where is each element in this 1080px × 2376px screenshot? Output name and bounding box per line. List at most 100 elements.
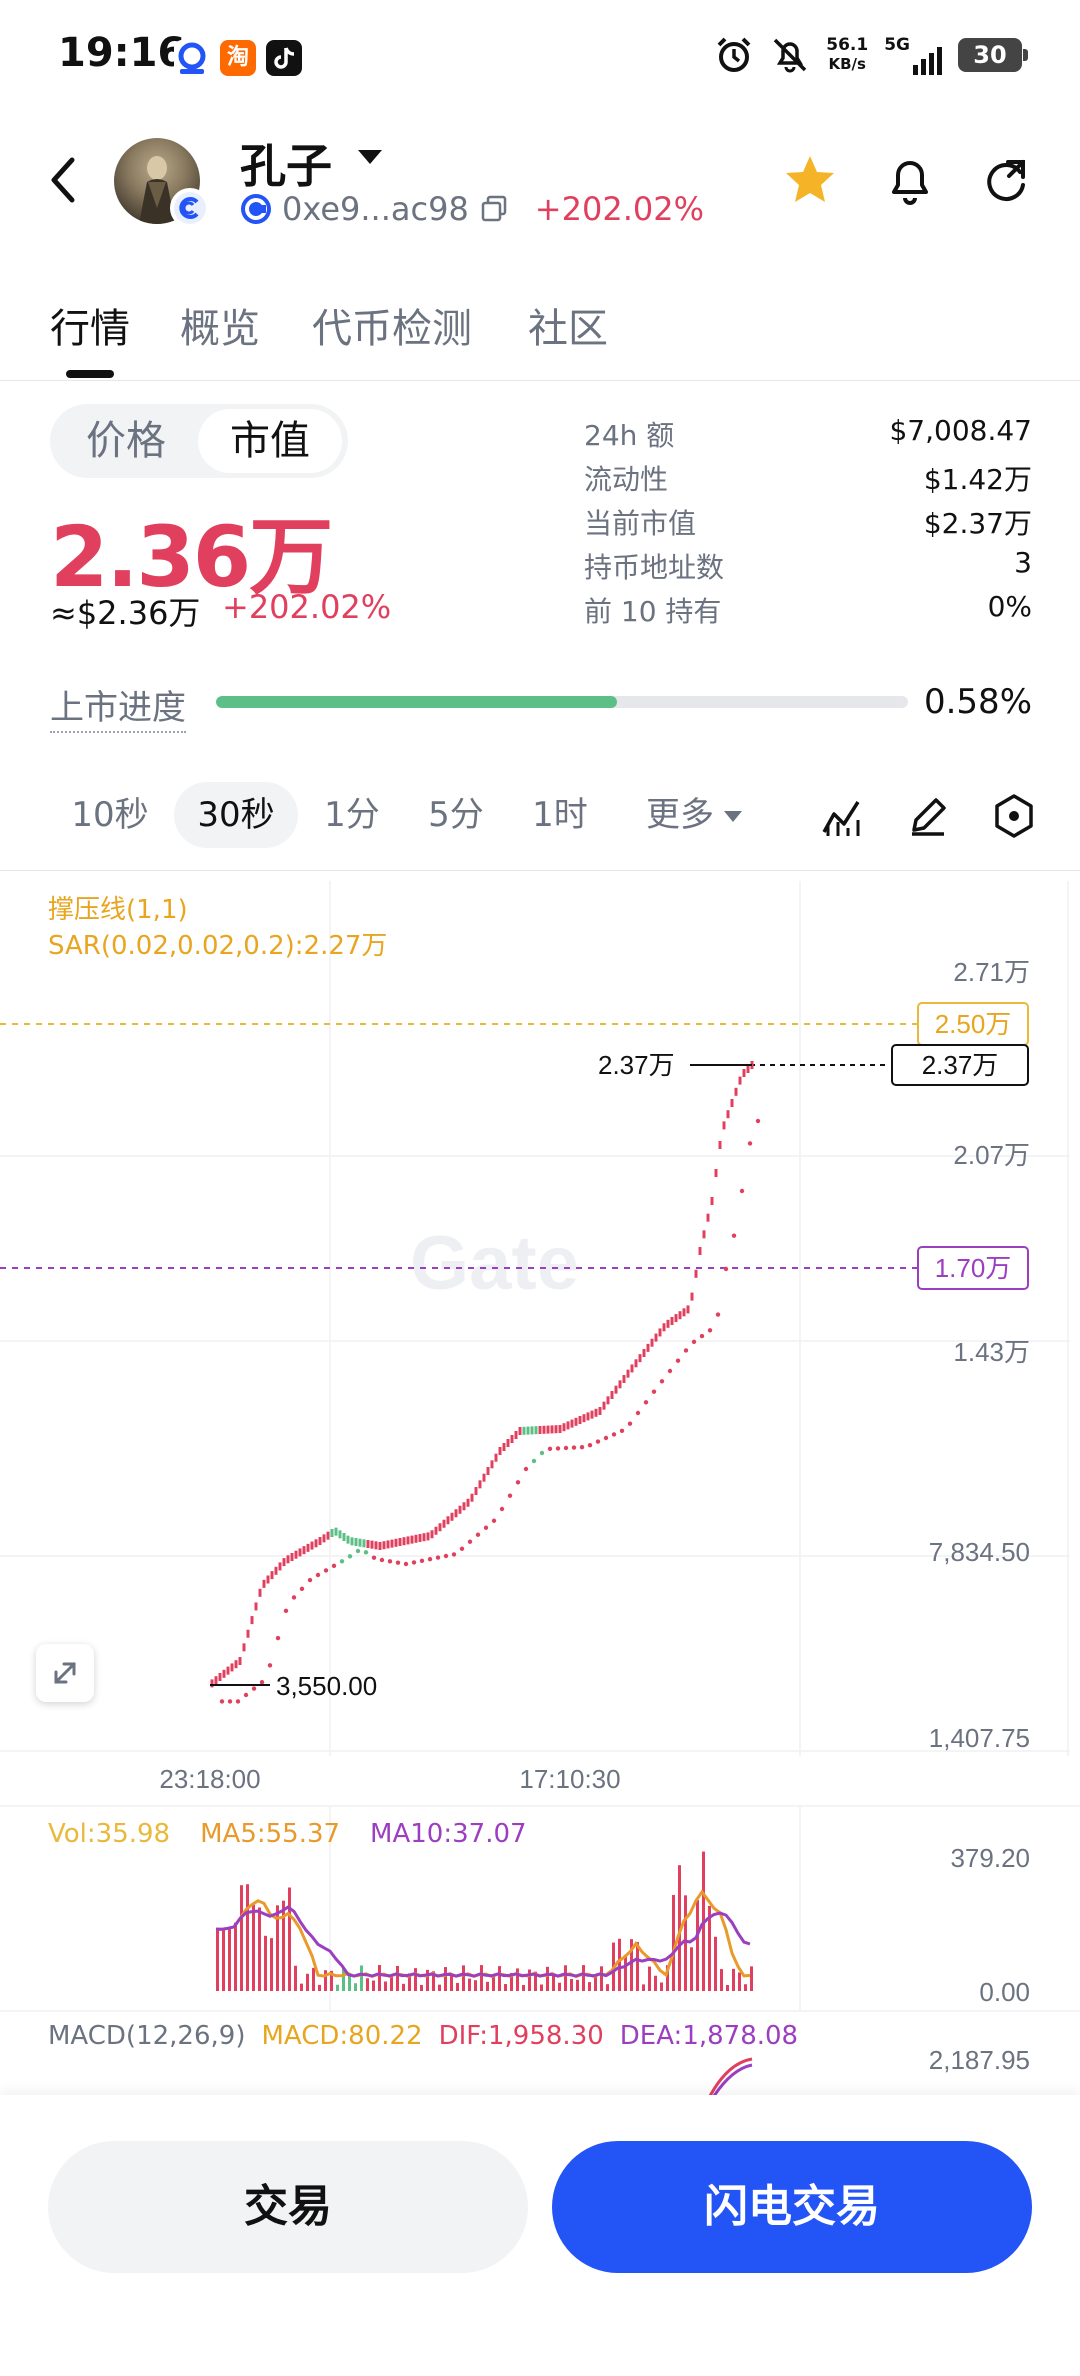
volume-bar bbox=[594, 1976, 597, 1991]
volume-bar bbox=[252, 1904, 255, 1991]
volume-legend: Vol:35.98 MA5:55.37 MA10:37.07 bbox=[48, 1819, 527, 1849]
token-address-row: 0xe9...ac98 +202.02% bbox=[240, 190, 704, 228]
interval-more[interactable]: 更多 bbox=[624, 782, 764, 848]
expand-icon bbox=[54, 1662, 76, 1684]
sar-dot bbox=[755, 1118, 761, 1124]
sar-dot bbox=[291, 1595, 297, 1600]
settings-hex-icon[interactable] bbox=[990, 792, 1038, 840]
price-candle bbox=[262, 1579, 266, 1588]
flash-trade-button[interactable]: 闪电交易 bbox=[552, 2141, 1032, 2273]
listing-progress-bar bbox=[216, 696, 908, 708]
favorite-star-icon[interactable] bbox=[780, 150, 840, 210]
sar-dot bbox=[499, 1506, 505, 1512]
volume-bar bbox=[570, 1979, 573, 1991]
draw-pen-icon[interactable] bbox=[904, 792, 952, 840]
volume-bar bbox=[462, 1965, 465, 1991]
token-header: 孔子 0xe9...ac98 +202.02% bbox=[0, 120, 1080, 250]
share-icon[interactable] bbox=[976, 150, 1036, 210]
price-candle bbox=[586, 1412, 590, 1421]
indicator-sr-label[interactable]: 撑压线(1,1) bbox=[48, 889, 188, 926]
price-candle bbox=[254, 1602, 258, 1611]
sar-dot bbox=[419, 1558, 425, 1564]
trade-button[interactable]: 交易 bbox=[48, 2141, 528, 2273]
indicator-sar-label[interactable]: SAR(0.02,0.02,0.2):2.27万 bbox=[48, 925, 387, 962]
interval-10s[interactable]: 10秒 bbox=[48, 782, 172, 848]
tab-token-check[interactable]: 代币检测 bbox=[312, 296, 472, 354]
interval-5m[interactable]: 5分 bbox=[406, 782, 506, 848]
volume-bar bbox=[444, 1967, 447, 1991]
tiktok-app-icon bbox=[266, 40, 302, 76]
tab-overview[interactable]: 概览 bbox=[180, 296, 260, 354]
volume-bar bbox=[726, 1984, 729, 1991]
price-candle bbox=[390, 1539, 394, 1548]
volume-bar bbox=[672, 1894, 675, 1991]
volume-bar bbox=[402, 1983, 405, 1991]
bell-icon[interactable] bbox=[880, 150, 940, 210]
interval-1h[interactable]: 1时 bbox=[510, 782, 610, 848]
listing-progress-label[interactable]: 上市进度 bbox=[50, 680, 186, 733]
price-chart-area[interactable]: Gate 2.37万 3,550.00 2.71万 2.07万 1.43万 7,… bbox=[0, 870, 1080, 2096]
interval-30s[interactable]: 30秒 bbox=[174, 782, 298, 848]
price-candle bbox=[438, 1523, 442, 1532]
volume-bar bbox=[372, 1980, 375, 1991]
toggle-market-cap[interactable]: 市值 bbox=[198, 409, 342, 473]
tabs-divider bbox=[0, 380, 1080, 381]
price-candle bbox=[526, 1426, 530, 1435]
price-candle bbox=[570, 1419, 574, 1428]
sar-dot bbox=[707, 1328, 713, 1333]
tab-community[interactable]: 社区 bbox=[528, 296, 608, 354]
last-price-tag-label: 2.37万 bbox=[922, 1050, 999, 1080]
volume-bar bbox=[522, 1984, 525, 1991]
toggle-price[interactable]: 价格 bbox=[56, 409, 196, 473]
price-candle bbox=[742, 1069, 746, 1077]
sar-dot bbox=[435, 1555, 441, 1560]
sar-dot bbox=[507, 1493, 513, 1498]
sar-dot bbox=[579, 1445, 585, 1450]
sar-dot bbox=[563, 1445, 569, 1451]
price-candle bbox=[362, 1539, 366, 1548]
price-candle bbox=[678, 1311, 682, 1320]
price-candle bbox=[518, 1427, 522, 1435]
sar-dot bbox=[731, 1233, 737, 1238]
price-candle bbox=[574, 1417, 578, 1426]
sar-dot bbox=[659, 1379, 665, 1384]
tab-market[interactable]: 行情 bbox=[50, 296, 130, 354]
sar-dot bbox=[427, 1557, 433, 1562]
price-candle bbox=[430, 1530, 434, 1539]
price-candle bbox=[410, 1535, 414, 1544]
interval-1m[interactable]: 1分 bbox=[302, 782, 402, 848]
price-candle bbox=[330, 1529, 334, 1537]
indicator-icon[interactable] bbox=[818, 792, 866, 840]
sar-dot bbox=[491, 1518, 497, 1523]
fullscreen-expand-button[interactable] bbox=[36, 1644, 94, 1702]
bottom-action-bar: 交易 闪电交易 bbox=[0, 2095, 1080, 2376]
sar-dot bbox=[299, 1586, 305, 1591]
status-bar: 19:16 淘 56.1 KB/s 5G 30 bbox=[0, 0, 1080, 110]
sar-dot bbox=[611, 1432, 617, 1437]
listing-progress-fill bbox=[216, 696, 618, 708]
price-candle bbox=[242, 1643, 246, 1652]
volume-bar bbox=[600, 1966, 603, 1991]
price-candle bbox=[746, 1065, 750, 1073]
price-candle bbox=[618, 1380, 622, 1389]
volume-ma10: MA10:37.07 bbox=[370, 1819, 527, 1849]
sar-dot bbox=[355, 1548, 361, 1554]
header-change: +202.02% bbox=[534, 190, 704, 228]
price-candle bbox=[258, 1588, 262, 1597]
sar-dot bbox=[403, 1561, 409, 1567]
price-candle bbox=[718, 1141, 722, 1149]
token-name[interactable]: 孔子 bbox=[240, 130, 332, 196]
sar-dot bbox=[227, 1699, 233, 1704]
volume-value: Vol:35.98 bbox=[48, 1819, 171, 1849]
price-chart[interactable]: Gate 2.37万 3,550.00 2.71万 2.07万 1.43万 7,… bbox=[0, 871, 1080, 2096]
volume-bar bbox=[516, 1968, 519, 1991]
chevron-down-icon bbox=[724, 811, 742, 822]
copy-icon[interactable] bbox=[479, 194, 509, 224]
token-switch-caret-icon[interactable] bbox=[358, 150, 382, 164]
price-candle bbox=[302, 1546, 306, 1555]
back-arrow-icon[interactable] bbox=[44, 150, 84, 210]
price-candle bbox=[722, 1121, 726, 1130]
volume-bar bbox=[558, 1982, 561, 1991]
volume-bar bbox=[366, 1978, 369, 1991]
volume-bar bbox=[336, 1984, 339, 1991]
